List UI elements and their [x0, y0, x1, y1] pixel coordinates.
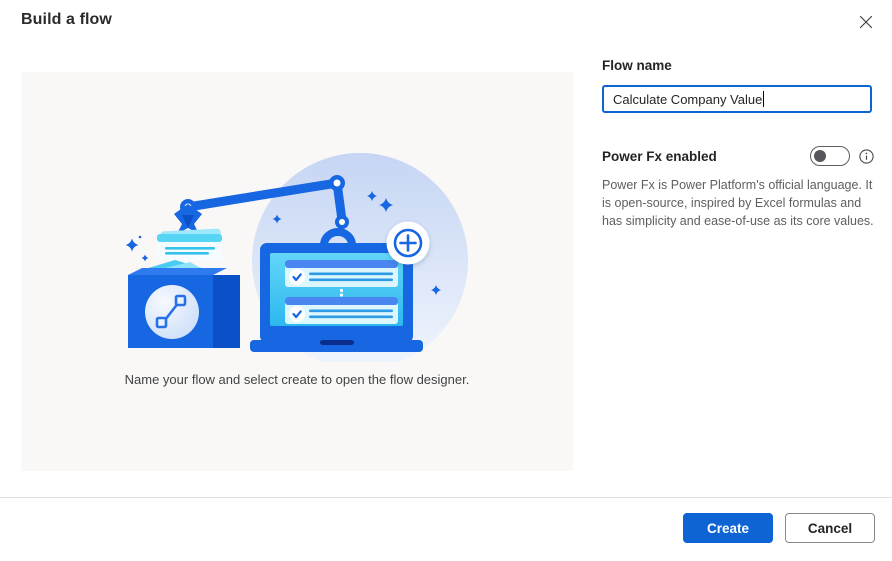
text-caret: [763, 91, 764, 107]
flow-name-field: Flow name Calculate Company Value: [602, 58, 872, 113]
flow-name-label: Flow name: [602, 58, 872, 73]
flow-name-input[interactable]: Calculate Company Value: [602, 85, 872, 113]
footer-divider: [0, 497, 892, 498]
illustration-caption: Name your flow and select create to open…: [21, 372, 573, 387]
power-fx-description: Power Fx is Power Platform's official la…: [602, 176, 878, 230]
flow-name-input-value: Calculate Company Value: [613, 92, 762, 107]
box-graphic: [128, 260, 240, 348]
illustration-panel: Name your flow and select create to open…: [21, 72, 573, 471]
power-fx-row: Power Fx enabled: [602, 146, 874, 166]
close-icon: [859, 15, 873, 29]
close-button[interactable]: [852, 8, 880, 36]
dialog-title: Build a flow: [21, 11, 112, 29]
toggle-knob-icon: [814, 150, 826, 162]
info-icon[interactable]: [859, 149, 874, 164]
power-fx-toggle[interactable]: [810, 146, 850, 166]
cancel-button[interactable]: Cancel: [785, 513, 875, 543]
add-plus-icon: [387, 222, 430, 265]
create-button[interactable]: Create: [683, 513, 773, 543]
build-flow-illustration: [115, 150, 475, 362]
power-fx-label: Power Fx enabled: [602, 149, 810, 164]
build-a-flow-dialog: Build a flow: [0, 0, 892, 561]
card-graphic: [157, 228, 222, 260]
